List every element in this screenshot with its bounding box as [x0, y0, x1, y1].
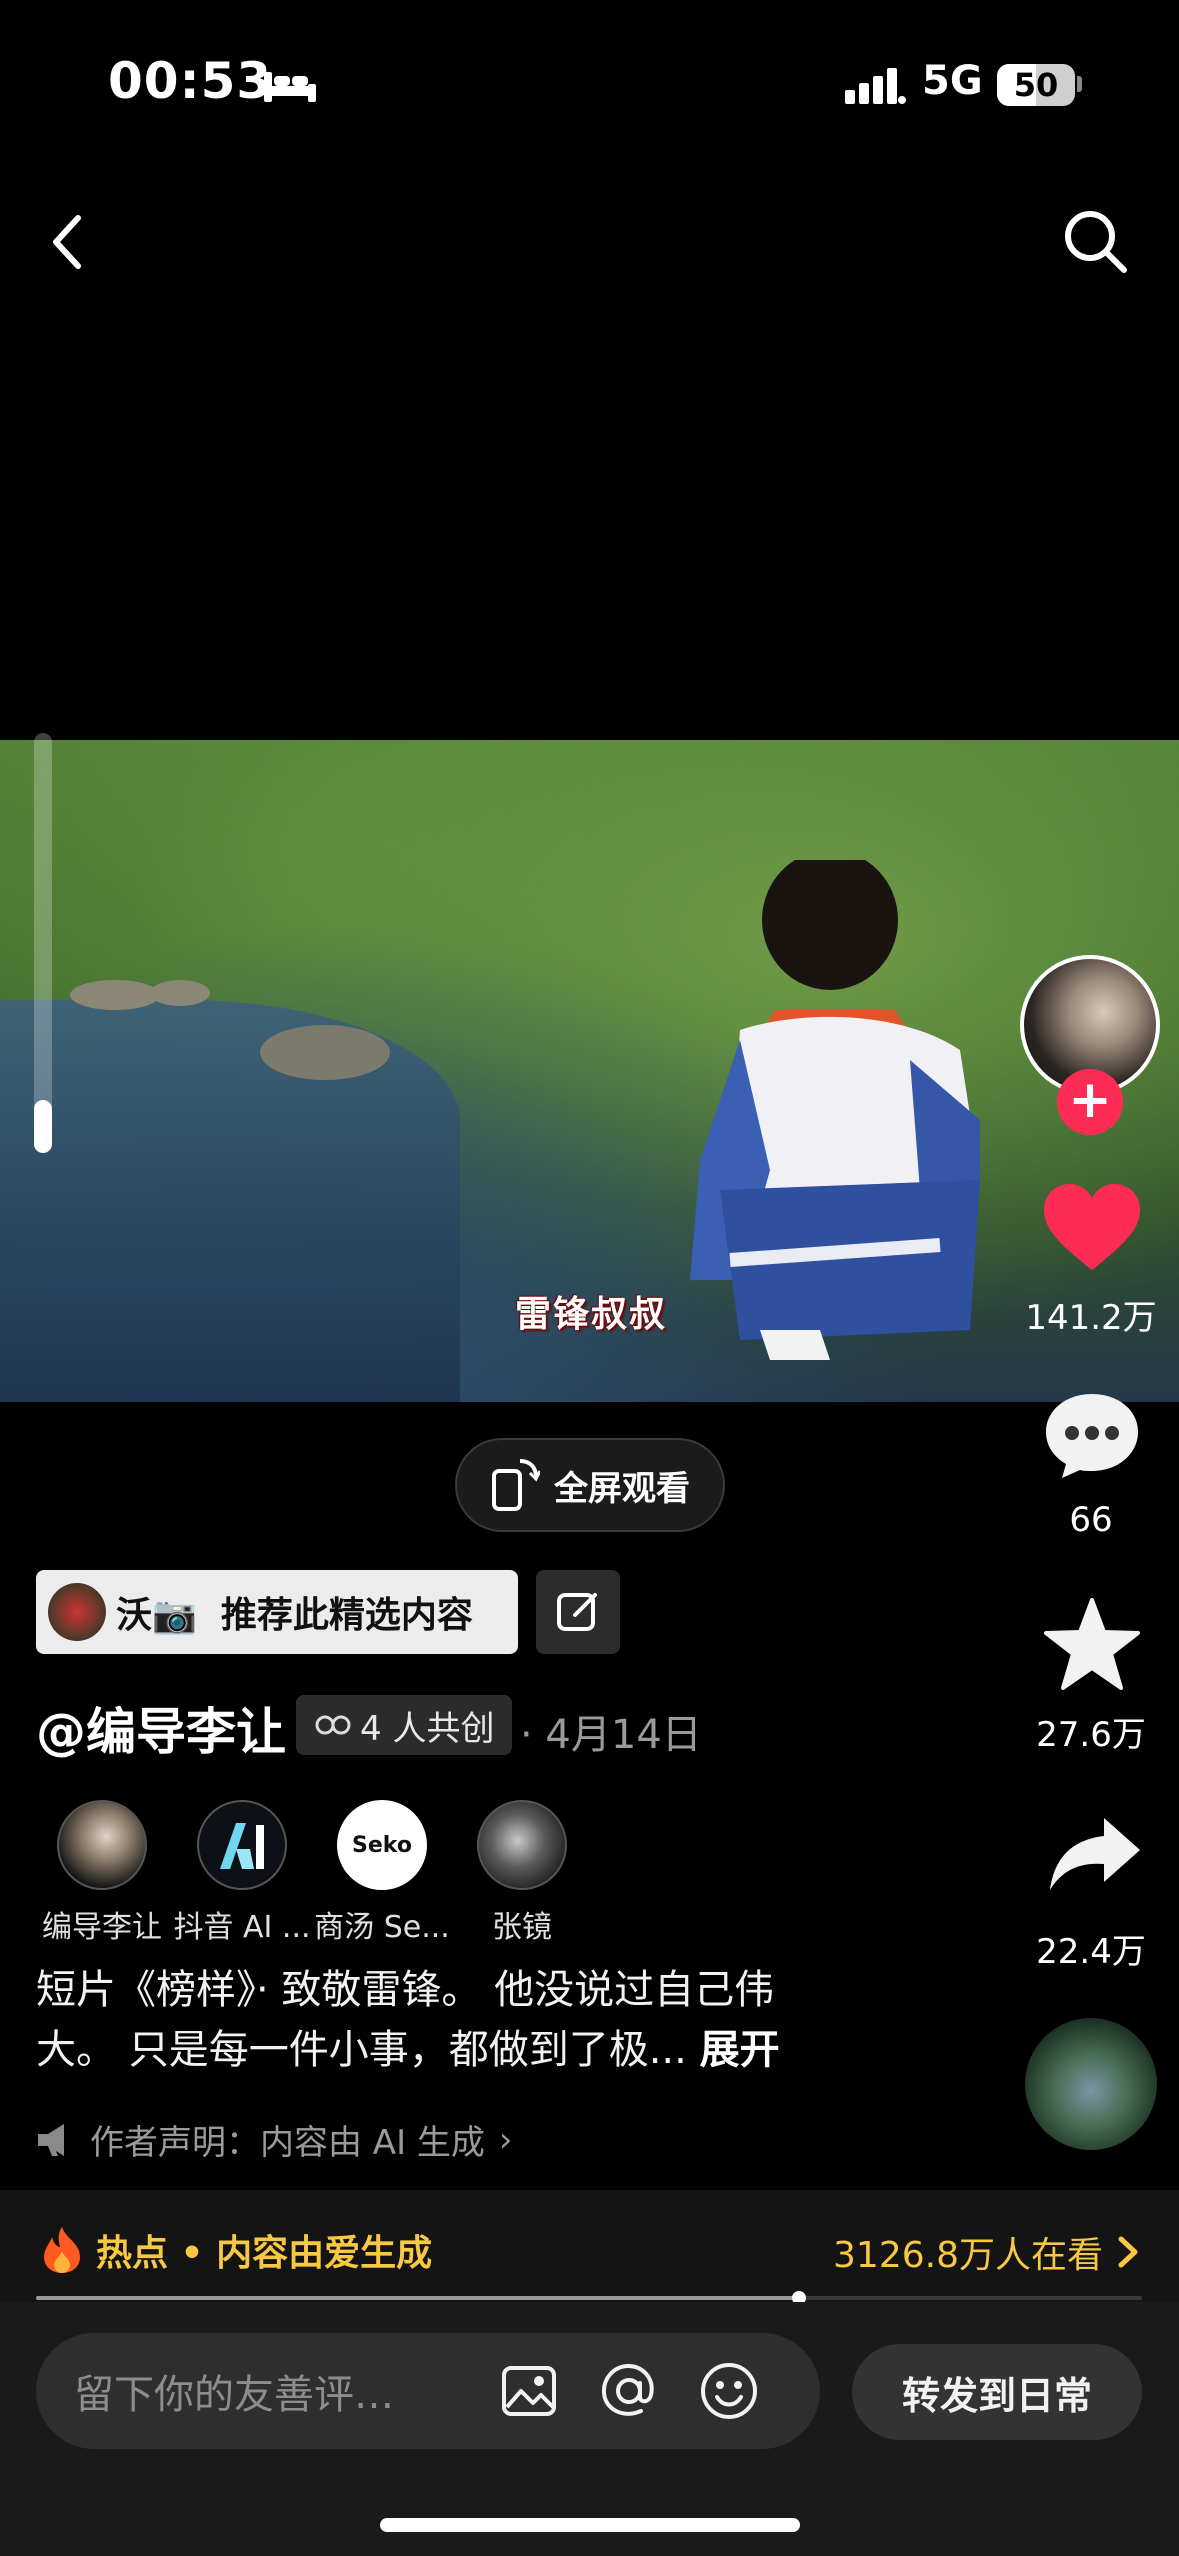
hot-viewers-group[interactable]: 3126.8万人在看	[833, 2226, 1139, 2278]
rotate-screen-icon	[492, 1459, 540, 1511]
description-line: 大。 只是每一件小事，都做到了极...	[36, 2027, 687, 2073]
image-button[interactable]	[494, 2356, 564, 2426]
scene-rock	[260, 1025, 390, 1080]
link-icon	[315, 1715, 351, 1735]
comment-placeholder: 留下你的友善评…	[74, 2372, 394, 2418]
comment-count: 66	[1069, 1500, 1113, 1540]
megaphone-icon	[38, 2123, 64, 2156]
creator-avatar	[57, 1800, 147, 1890]
chevron-right-icon	[1118, 2236, 1138, 2268]
creator-item[interactable]: 抖音 AI ...	[172, 1800, 312, 1946]
cocreate-badge[interactable]: 4 人共创	[296, 1695, 513, 1755]
image-icon	[502, 2366, 556, 2416]
mention-button[interactable]	[594, 2356, 664, 2426]
creator-name: 商汤 Se...	[314, 1910, 450, 1945]
favorite-count: 27.6万	[1036, 1715, 1146, 1755]
creator-name: 抖音 AI ...	[173, 1910, 311, 1945]
creator-avatar	[197, 1800, 287, 1890]
hot-viewers: 3126.8万人在看	[833, 2235, 1103, 2276]
battery-icon: 50	[997, 64, 1075, 106]
post-date: · 4月14日	[520, 1712, 702, 1758]
expand-button[interactable]: 展开	[700, 2027, 780, 2073]
author-name[interactable]: @编导李让	[36, 1692, 286, 1764]
like-icon[interactable]	[1042, 1182, 1142, 1274]
hot-topic-label-group: 热点 • 内容由爱生成	[40, 2224, 432, 2276]
follow-button[interactable]: +	[1057, 1069, 1123, 1135]
creator-avatar	[477, 1800, 567, 1890]
at-icon	[601, 2363, 654, 2416]
emoji-icon	[701, 2363, 757, 2419]
home-indicator[interactable]	[380, 2518, 800, 2532]
back-icon[interactable]	[48, 212, 88, 272]
creator-avatar: Seko	[337, 1800, 427, 1890]
status-time: 00:53	[108, 52, 273, 110]
video-subtitle: 雷锋叔叔	[515, 1293, 668, 1335]
recommender-name: 沃📷	[116, 1595, 197, 1636]
declaration-text: 作者声明：内容由 AI 生成	[90, 2123, 485, 2163]
share-to-daily-button[interactable]: 转发到日常	[852, 2344, 1142, 2440]
boy-figure	[690, 860, 980, 1360]
creator-item[interactable]: Seko 商汤 Se...	[312, 1800, 452, 1946]
creator-name: 张镜	[492, 1910, 552, 1945]
favorite-icon[interactable]	[1042, 1596, 1142, 1692]
playback-progress-fill	[36, 2296, 800, 2300]
battery-level: 50	[1013, 66, 1059, 104]
volume-slider-fill	[34, 1100, 52, 1153]
douyin-ai-logo-icon	[220, 1823, 264, 1869]
search-icon[interactable]	[1060, 206, 1130, 276]
sleep-mode-icon	[264, 72, 316, 102]
scene-rock	[150, 980, 210, 1006]
edit-recommend-button[interactable]	[536, 1570, 620, 1654]
flame-icon	[44, 2227, 80, 2273]
signal-icon	[845, 68, 906, 104]
battery-tip	[1077, 76, 1082, 92]
description-line: 短片《榜样》· 致敬雷锋。 他没说过自己伟	[36, 1967, 775, 2013]
creator-item[interactable]: 编导李让	[32, 1800, 172, 1946]
share-icon[interactable]	[1046, 1814, 1142, 1894]
like-count: 141.2万	[1025, 1298, 1157, 1338]
cocreate-label: 4 人共创	[360, 1708, 495, 1749]
emoji-button[interactable]	[694, 2356, 764, 2426]
recommender-avatar	[48, 1583, 106, 1641]
recommend-label: 推荐此精选内容	[220, 1595, 473, 1636]
comment-input[interactable]: 留下你的友善评…	[36, 2333, 820, 2449]
fullscreen-button[interactable]: 全屏观看	[455, 1438, 725, 1532]
edit-icon	[557, 1593, 597, 1631]
recommend-chip[interactable]: 沃📷 推荐此精选内容	[36, 1570, 518, 1654]
fullscreen-label: 全屏观看	[554, 1468, 690, 1509]
post-description: 短片《榜样》· 致敬雷锋。 他没说过自己伟 大。 只是每一件小事，都做到了极..…	[36, 1960, 936, 2080]
comment-icon[interactable]	[1042, 1390, 1142, 1480]
scene-rock	[70, 980, 160, 1010]
music-disc[interactable]	[1025, 2018, 1157, 2150]
chevron-right-icon: ›	[498, 2119, 513, 2160]
volume-slider[interactable]	[34, 733, 52, 1153]
author-declaration[interactable]: 作者声明：内容由 AI 生成 ›	[36, 2115, 513, 2164]
share-count: 22.4万	[1036, 1932, 1146, 1972]
hot-topic-label: 热点 • 内容由爱生成	[96, 2233, 433, 2274]
creator-item[interactable]: 张镜	[452, 1800, 592, 1946]
seko-logo: Seko	[352, 1832, 412, 1858]
network-type: 5G	[922, 58, 983, 104]
stream-scene	[0, 1000, 460, 1402]
video-player[interactable]: 雷锋叔叔	[0, 740, 1179, 1402]
creator-name: 编导李让	[42, 1910, 162, 1945]
